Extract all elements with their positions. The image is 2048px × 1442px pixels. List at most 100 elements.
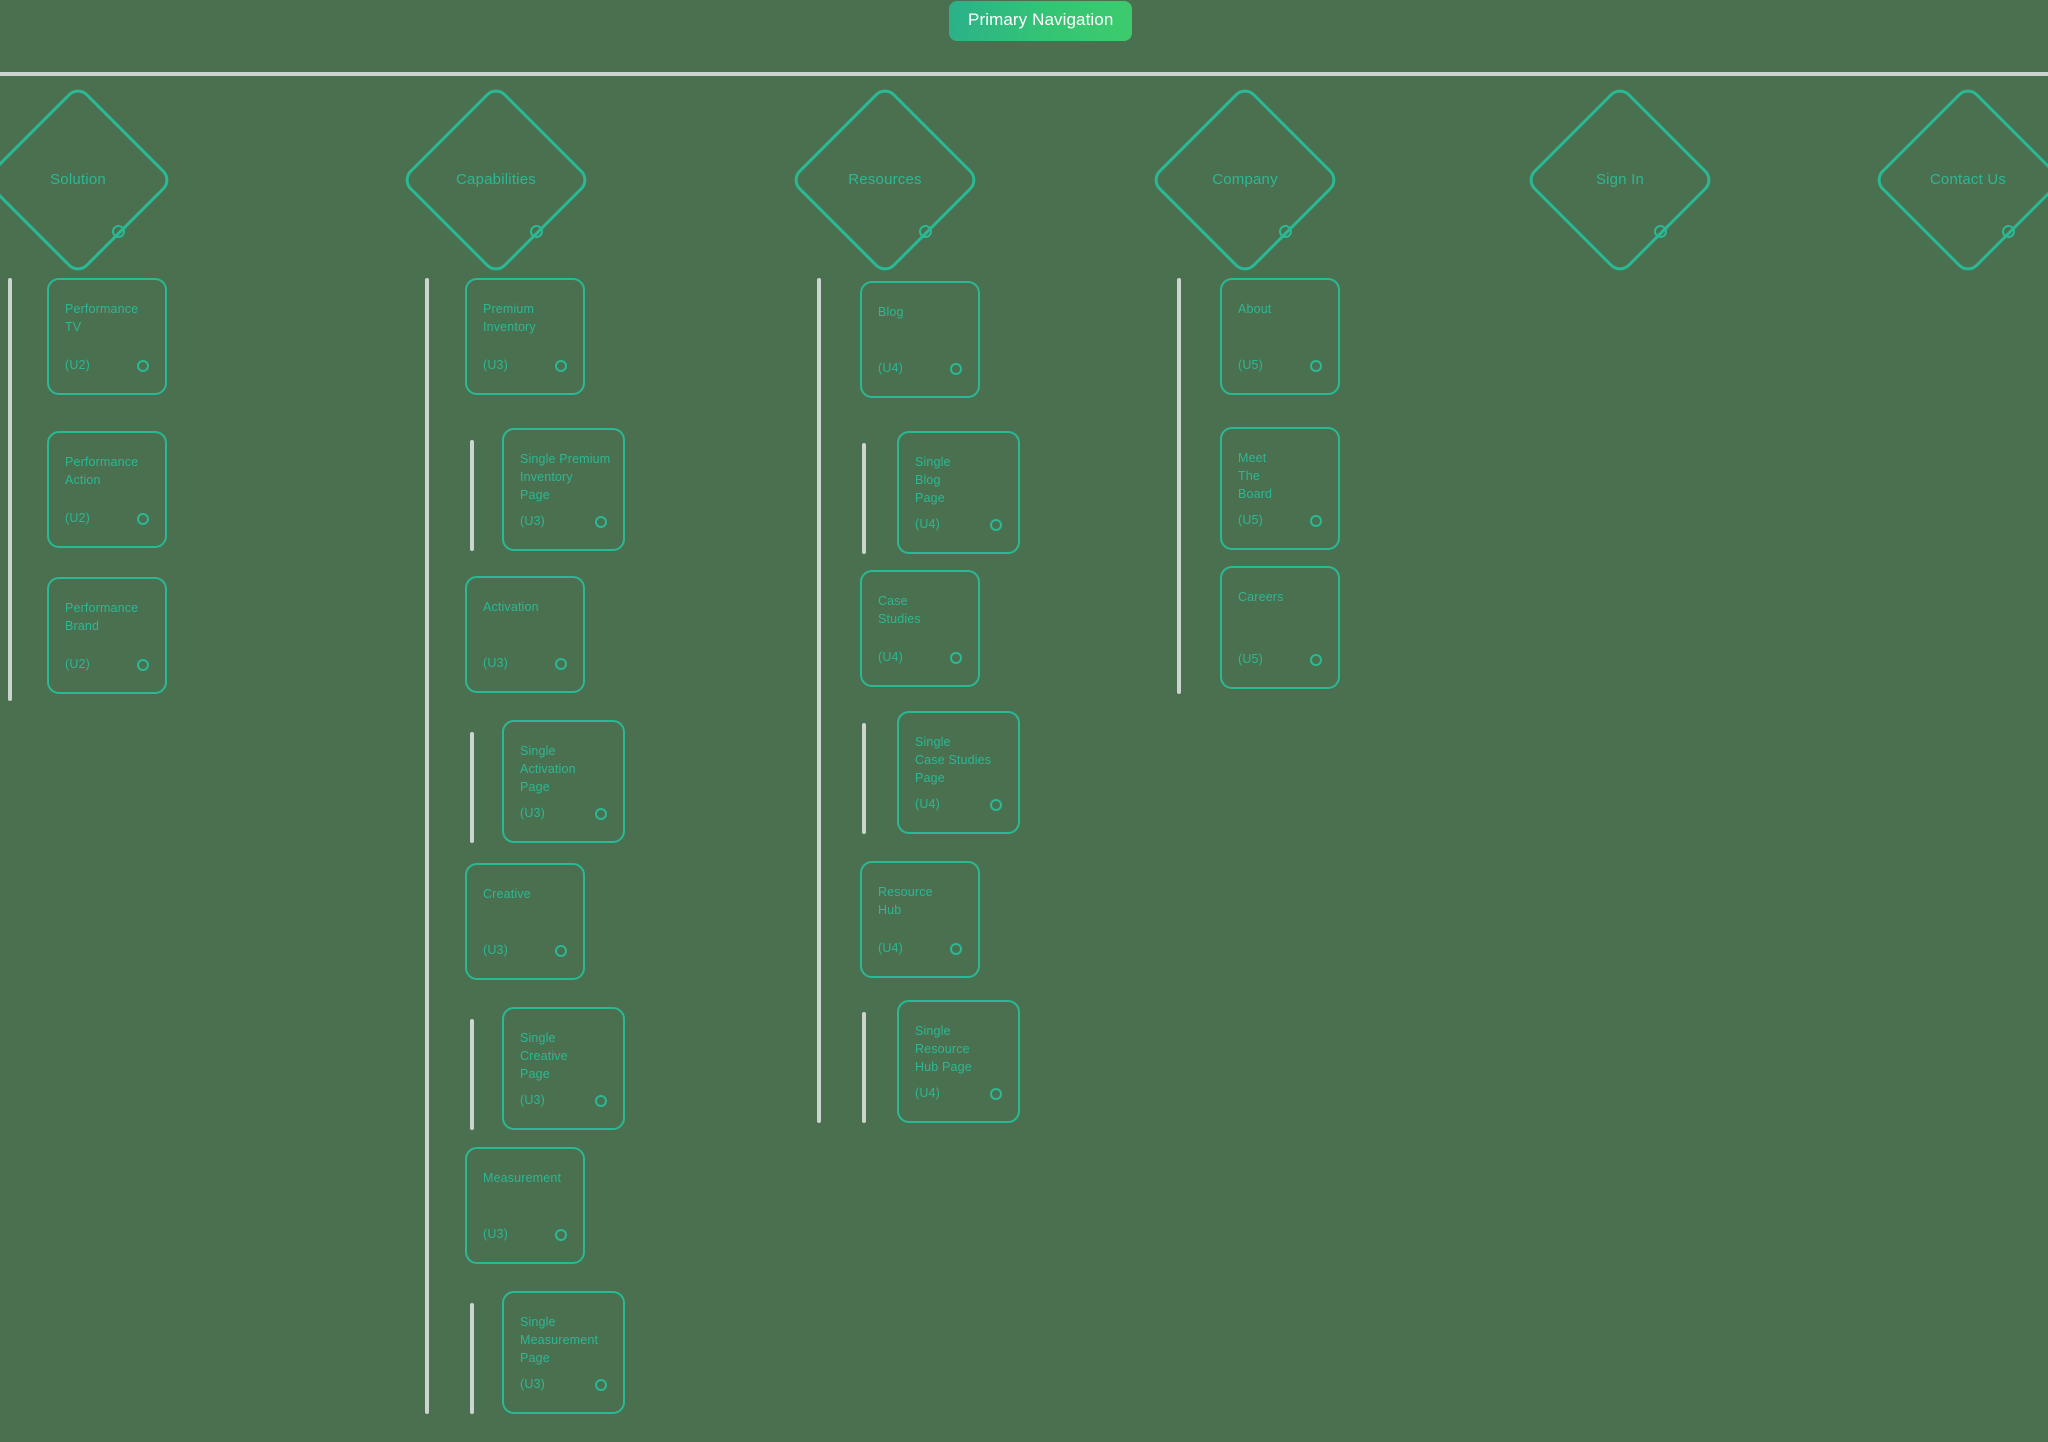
- subpage-connector-line: [862, 723, 866, 834]
- sitemap-page-card[interactable]: Creative (U3): [465, 863, 585, 980]
- card-handle-icon[interactable]: [595, 516, 607, 528]
- subpage-connector-line: [862, 1012, 866, 1123]
- card-handle-icon[interactable]: [950, 943, 962, 955]
- section-handle-icon[interactable]: [1279, 225, 1292, 238]
- sitemap-section-solution[interactable]: Solution: [0, 83, 175, 277]
- sitemap-subpage-card[interactable]: Single Measurement Page (U3): [502, 1291, 625, 1414]
- card-title: Performance Brand: [65, 601, 139, 633]
- card-level-tag: (U5): [1238, 513, 1263, 527]
- diamond-shape: [0, 83, 175, 277]
- sitemap-page-card[interactable]: Careers (U5): [1220, 566, 1340, 689]
- card-handle-icon[interactable]: [555, 360, 567, 372]
- card-level-tag: (U5): [1238, 358, 1263, 372]
- section-handle-icon[interactable]: [112, 225, 125, 238]
- card-level-tag: (U4): [915, 1086, 940, 1100]
- card-level-tag: (U2): [65, 511, 90, 525]
- sitemap-section-contact-us[interactable]: Contact Us: [1871, 83, 2048, 277]
- card-handle-icon[interactable]: [137, 513, 149, 525]
- card-handle-icon[interactable]: [1310, 654, 1322, 666]
- card-level-tag: (U4): [878, 361, 903, 375]
- card-title: Single Case Studies Page: [915, 735, 992, 785]
- card-title: About: [1238, 302, 1272, 316]
- diamond-shape: [1871, 83, 2048, 277]
- diamond-shape: [1523, 83, 1717, 277]
- column-connector-line: [8, 278, 12, 701]
- diamond-shape: [399, 83, 593, 277]
- section-handle-icon[interactable]: [1654, 225, 1667, 238]
- card-level-tag: (U3): [483, 656, 508, 670]
- sitemap-page-card[interactable]: Premium Inventory (U3): [465, 278, 585, 395]
- card-level-tag: (U2): [65, 657, 90, 671]
- sitemap-section-sign-in[interactable]: Sign In: [1523, 83, 1717, 277]
- header-divider: [0, 72, 2048, 76]
- diamond-shape: [1148, 83, 1342, 277]
- sitemap-section-company[interactable]: Company: [1148, 83, 1342, 277]
- card-level-tag: (U3): [483, 1227, 508, 1241]
- sitemap-page-card[interactable]: Performance Action (U2): [47, 431, 167, 548]
- card-title: Measurement: [483, 1171, 562, 1185]
- card-title: Blog: [878, 305, 904, 319]
- sitemap-page-card[interactable]: Meet The Board (U5): [1220, 427, 1340, 550]
- sitemap-page-card[interactable]: Performance Brand (U2): [47, 577, 167, 694]
- card-handle-icon[interactable]: [950, 652, 962, 664]
- card-title: Performance TV: [65, 302, 139, 334]
- card-level-tag: (U4): [878, 941, 903, 955]
- sitemap-page-card[interactable]: Resource Hub (U4): [860, 861, 980, 978]
- card-title: Case Studies: [878, 594, 921, 626]
- sitemap-section-resources[interactable]: Resources: [788, 83, 982, 277]
- sitemap-canvas: Primary Navigation Solution Performance T…: [0, 0, 2048, 1442]
- card-title: Single Measurement Page: [520, 1315, 599, 1365]
- subpage-connector-line: [470, 440, 474, 551]
- card-handle-icon[interactable]: [137, 659, 149, 671]
- sitemap-subpage-card[interactable]: Single Resource Hub Page (U4): [897, 1000, 1020, 1123]
- sitemap-page-card[interactable]: Performance TV (U2): [47, 278, 167, 395]
- card-title: Single Resource Hub Page: [915, 1024, 972, 1074]
- diamond-shape: [788, 83, 982, 277]
- card-level-tag: (U5): [1238, 652, 1263, 666]
- sitemap-page-card[interactable]: Measurement (U3): [465, 1147, 585, 1264]
- card-handle-icon[interactable]: [990, 1088, 1002, 1100]
- section-handle-icon[interactable]: [919, 225, 932, 238]
- card-level-tag: (U3): [520, 806, 545, 820]
- sitemap-subpage-card[interactable]: Single Activation Page (U3): [502, 720, 625, 843]
- card-level-tag: (U3): [520, 1377, 545, 1391]
- card-title: Resource Hub: [878, 885, 933, 917]
- card-handle-icon[interactable]: [595, 1379, 607, 1391]
- card-title: Single Premium Inventory Page: [520, 452, 611, 502]
- card-handle-icon[interactable]: [950, 363, 962, 375]
- card-level-tag: (U4): [915, 517, 940, 531]
- card-handle-icon[interactable]: [555, 1229, 567, 1241]
- primary-navigation-badge[interactable]: Primary Navigation: [949, 1, 1133, 41]
- column-connector-line: [425, 278, 429, 1414]
- sitemap-subpage-card[interactable]: Single Case Studies Page (U4): [897, 711, 1020, 834]
- card-level-tag: (U3): [520, 514, 545, 528]
- sitemap-subpage-card[interactable]: Single Creative Page (U3): [502, 1007, 625, 1130]
- card-handle-icon[interactable]: [1310, 515, 1322, 527]
- column-connector-line: [1177, 278, 1181, 694]
- card-handle-icon[interactable]: [990, 519, 1002, 531]
- card-handle-icon[interactable]: [555, 658, 567, 670]
- sitemap-page-card[interactable]: Activation (U3): [465, 576, 585, 693]
- card-title: Careers: [1238, 590, 1284, 604]
- card-handle-icon[interactable]: [1310, 360, 1322, 372]
- card-handle-icon[interactable]: [595, 808, 607, 820]
- card-level-tag: (U2): [65, 358, 90, 372]
- section-handle-icon[interactable]: [2002, 225, 2015, 238]
- sitemap-subpage-card[interactable]: Single Premium Inventory Page (U3): [502, 428, 625, 551]
- sitemap-section-capabilities[interactable]: Capabilities: [399, 83, 593, 277]
- sitemap-page-card[interactable]: Blog (U4): [860, 281, 980, 398]
- sitemap-page-card[interactable]: About (U5): [1220, 278, 1340, 395]
- card-title: Single Creative Page: [520, 1031, 568, 1081]
- card-handle-icon[interactable]: [555, 945, 567, 957]
- card-level-tag: (U4): [878, 650, 903, 664]
- sitemap-subpage-card[interactable]: Single Blog Page (U4): [897, 431, 1020, 554]
- card-title: Premium Inventory: [483, 302, 536, 334]
- card-handle-icon[interactable]: [990, 799, 1002, 811]
- section-handle-icon[interactable]: [530, 225, 543, 238]
- card-title: Meet The Board: [1238, 451, 1273, 501]
- sitemap-page-card[interactable]: Case Studies (U4): [860, 570, 980, 687]
- subpage-connector-line: [470, 1303, 474, 1414]
- card-level-tag: (U3): [483, 358, 508, 372]
- card-handle-icon[interactable]: [137, 360, 149, 372]
- card-handle-icon[interactable]: [595, 1095, 607, 1107]
